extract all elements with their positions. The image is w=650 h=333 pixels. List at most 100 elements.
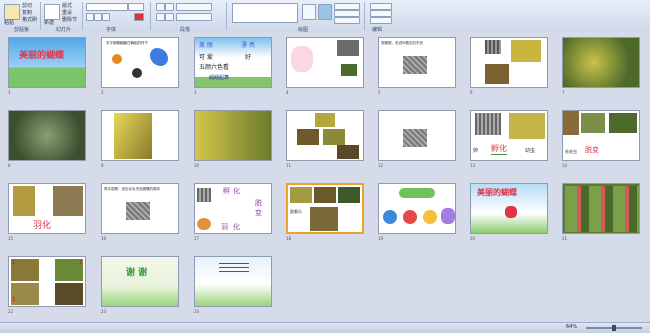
slide-title: 美丽的蝴蝶 xyxy=(477,188,517,197)
photo-image xyxy=(563,111,579,135)
bullets-button[interactable] xyxy=(156,3,165,11)
photo-image xyxy=(509,113,545,139)
photo-image xyxy=(341,64,357,76)
slide-label: 脱变 xyxy=(585,146,599,154)
font-size-dropdown[interactable] xyxy=(128,3,144,11)
photo-image xyxy=(114,113,152,159)
slide-number: 4 xyxy=(286,90,289,95)
copy-button[interactable]: 复制 xyxy=(22,10,32,16)
shape-image xyxy=(383,210,397,224)
slide-number: 23 xyxy=(101,309,107,314)
butterfly-image xyxy=(197,218,211,230)
shapes-gallery[interactable] xyxy=(232,3,298,23)
slide-number: 15 xyxy=(8,236,14,241)
slide-thumbnail[interactable] xyxy=(378,183,456,234)
select-button[interactable] xyxy=(370,17,392,24)
step-number: 1 xyxy=(12,260,16,266)
text-direction-button[interactable] xyxy=(176,3,212,11)
slide-caption: 观察图，说说你看见的东西 xyxy=(381,41,423,45)
slide-thumbnail-selected[interactable]: 跟着乐 xyxy=(286,183,364,234)
slide-word: 孵 xyxy=(223,187,230,195)
slide-thumbnail[interactable]: 美丽的蝴蝶 xyxy=(8,37,86,88)
photo-image xyxy=(297,129,319,145)
slide-thumbnail[interactable]: 美 丽 漂 亮 可 爱 好 五颜六色看 翩翩起舞 xyxy=(194,37,272,88)
slide-thumbnail[interactable]: 谢 谢 xyxy=(101,256,179,307)
section-button[interactable]: 节 xyxy=(72,17,77,23)
delete-button[interactable]: 删除 xyxy=(62,17,72,23)
paste-button[interactable]: 粘贴 xyxy=(4,20,14,26)
reset-button[interactable]: 重设 xyxy=(62,10,72,16)
italic-button[interactable] xyxy=(94,13,102,21)
format-painter-button[interactable]: 格式刷 xyxy=(22,17,37,23)
step-number: 2 xyxy=(79,260,83,266)
slide-word: 羽 xyxy=(221,223,228,231)
align-center-button[interactable] xyxy=(165,13,174,21)
group-separator xyxy=(150,2,151,30)
status-bar: 64% xyxy=(0,322,650,333)
slide-thumbnail[interactable] xyxy=(286,110,364,161)
shape-fill-button[interactable] xyxy=(334,3,360,10)
slide-thumbnail[interactable] xyxy=(101,110,179,161)
slide-number: 12 xyxy=(378,163,384,168)
slide-label: 跟着乐 xyxy=(290,209,302,214)
slide-thumbnail[interactable]: 羽化 xyxy=(8,183,86,234)
slide-thumbnail[interactable]: 再次观看：说出毛毛虫变蝴蝶的顺序 xyxy=(101,183,179,234)
slide-thumbnail[interactable]: 毛毛虫 脱变 xyxy=(562,110,640,161)
slide-thumbnail[interactable]: 1 2 3 4 xyxy=(8,256,86,307)
slide-number: 9 xyxy=(101,163,104,168)
slide-word: 化 xyxy=(233,223,240,231)
cut-button[interactable]: 剪切 xyxy=(22,3,32,9)
slide-thumbnail[interactable]: 孵 化 脱 变 羽 化 xyxy=(194,183,272,234)
slide-thumbnail[interactable]: 卵 孵化 幼虫 xyxy=(470,110,548,161)
slide-thumbnail[interactable] xyxy=(378,110,456,161)
slide-number: 19 xyxy=(378,236,384,241)
underline-button[interactable] xyxy=(102,13,110,21)
slide-label: 毛毛虫 xyxy=(565,149,577,154)
zoom-thumb[interactable] xyxy=(612,325,616,331)
slide-label: 卵 xyxy=(473,148,479,154)
slide-thumbnail[interactable] xyxy=(562,183,640,234)
slide-sorter: 美丽的蝴蝶 1 宇宇蝴蝶翩翩在舞蹈的样子 2 美 丽 漂 亮 可 爱 好 五颜六… xyxy=(0,32,650,322)
shape-effects-button[interactable] xyxy=(334,17,360,24)
photo-image xyxy=(11,283,39,305)
slide-thumbnail[interactable]: 宇宇蝴蝶翩翩在舞蹈的样子 xyxy=(101,37,179,88)
numbering-button[interactable] xyxy=(165,3,174,11)
slide-text: 美 丽 xyxy=(199,42,213,49)
slide-word: 脱 xyxy=(255,199,262,207)
photo-image xyxy=(314,187,336,203)
photo-image xyxy=(323,129,345,145)
find-button[interactable] xyxy=(370,3,392,10)
arrange-button[interactable] xyxy=(302,4,316,20)
paste-icon[interactable] xyxy=(4,4,20,20)
shape-image xyxy=(423,210,437,224)
font-name-dropdown[interactable] xyxy=(86,3,128,11)
bold-button[interactable] xyxy=(86,13,94,21)
video-placeholder xyxy=(126,202,150,220)
new-slide-button[interactable]: 新建 xyxy=(44,20,54,26)
align-left-button[interactable] xyxy=(156,13,165,21)
slide-thumbnail[interactable] xyxy=(286,37,364,88)
slide-thumbnail[interactable] xyxy=(562,37,640,88)
slide-thumbnail[interactable] xyxy=(194,110,272,161)
photo-image xyxy=(485,40,501,54)
smartart-button[interactable] xyxy=(176,13,212,21)
slide-thumbnail[interactable] xyxy=(470,37,548,88)
slide-thumbnail[interactable] xyxy=(194,256,272,307)
slide-thumbnail[interactable]: 观察图，说说你看见的东西 xyxy=(378,37,456,88)
slide-number: 7 xyxy=(562,90,565,95)
text-line xyxy=(219,267,249,268)
shape-outline-button[interactable] xyxy=(334,10,360,17)
new-slide-icon[interactable] xyxy=(44,4,60,20)
slide-number: 16 xyxy=(101,236,107,241)
replace-button[interactable] xyxy=(370,10,392,17)
cartoon-image xyxy=(291,46,313,72)
slide-thumbnail[interactable]: 美丽的蝴蝶 xyxy=(470,183,548,234)
font-color-button[interactable] xyxy=(134,13,144,21)
slide-number: 3 xyxy=(194,90,197,95)
quick-styles-button[interactable] xyxy=(318,4,332,20)
photo-image xyxy=(337,145,359,159)
zoom-level[interactable]: 64% xyxy=(566,324,577,330)
layout-button[interactable]: 版式 xyxy=(62,3,72,9)
slide-thumbnail[interactable] xyxy=(8,110,86,161)
slide-word: 化 xyxy=(233,187,240,195)
